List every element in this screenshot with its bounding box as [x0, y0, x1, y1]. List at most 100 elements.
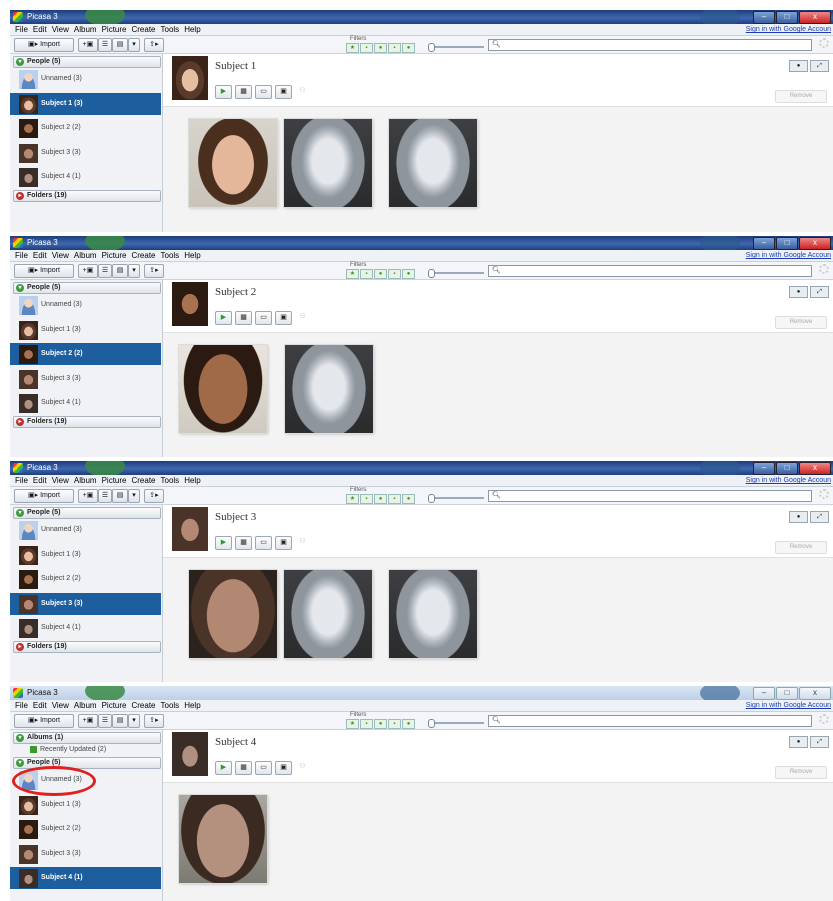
tag-person-button[interactable]: ⚇	[295, 85, 310, 97]
tag-person-button[interactable]: ⚇	[295, 536, 310, 548]
menu-help[interactable]: Help	[184, 24, 200, 35]
sign-in-link[interactable]: Sign in with Google Accoun	[746, 475, 831, 486]
face-filter-icon[interactable]: ●	[374, 269, 387, 279]
person-item-subject-2[interactable]: Subject 2 (2)	[10, 818, 161, 840]
menu-help[interactable]: Help	[184, 475, 200, 486]
upload-filter-icon[interactable]: ▪	[388, 494, 401, 504]
tag-person-button[interactable]: ⚇	[295, 761, 310, 773]
add-to-album-button[interactable]: +▣	[78, 489, 98, 503]
menu-create[interactable]: Create	[131, 24, 155, 35]
expand-down-icon[interactable]: ▾	[16, 284, 24, 292]
person-name[interactable]: Subject 4	[215, 736, 256, 748]
menu-edit[interactable]: Edit	[33, 475, 47, 486]
section-people[interactable]: ▾ People (5)	[13, 56, 161, 68]
export-button[interactable]: ▣	[275, 85, 292, 99]
face-photo[interactable]	[189, 570, 277, 658]
star-filter-icon[interactable]: ★	[346, 494, 359, 504]
section-folders[interactable]: ▸ Folders (19)	[13, 640, 161, 653]
menu-tools[interactable]: Tools	[161, 700, 180, 711]
add-to-album-button[interactable]: +▣	[78, 714, 98, 728]
expand-right-icon[interactable]: ▸	[16, 417, 24, 426]
collage-button[interactable]: ▦	[235, 536, 252, 550]
menu-picture[interactable]: Picture	[102, 250, 127, 261]
minimize-button[interactable]: –	[753, 687, 775, 700]
menu-file[interactable]: File	[15, 475, 28, 486]
movie-button[interactable]: ▭	[255, 536, 272, 550]
export-button[interactable]: ▣	[275, 311, 292, 325]
import-button[interactable]: ▣▸ Import	[14, 264, 74, 278]
face-photo[interactable]	[189, 119, 277, 207]
person-view-button[interactable]: ●	[789, 286, 808, 298]
menu-album[interactable]: Album	[74, 700, 97, 711]
menu-tools[interactable]: Tools	[161, 475, 180, 486]
view-dropdown-button[interactable]: ▾	[128, 489, 140, 503]
search-input[interactable]: 🔍︎	[488, 715, 812, 727]
fullscreen-button[interactable]: ⤢	[810, 736, 829, 748]
tree-view-button[interactable]: ▤	[112, 38, 128, 52]
person-view-button[interactable]: ●	[789, 736, 808, 748]
section-people[interactable]: ▾ People (5)	[13, 507, 161, 519]
geotag-filter-icon[interactable]: ●	[402, 719, 415, 729]
add-to-album-button[interactable]: +▣	[78, 38, 98, 52]
minimize-button[interactable]: –	[753, 462, 775, 475]
section-people[interactable]: ▾ People (5)	[13, 757, 161, 769]
maximize-button[interactable]: □	[776, 687, 798, 700]
expand-right-icon[interactable]: ▸	[16, 642, 24, 651]
upload-button[interactable]: ⇪▸	[144, 489, 164, 503]
menu-create[interactable]: Create	[131, 475, 155, 486]
menu-view[interactable]: View	[52, 250, 69, 261]
video-filter-icon[interactable]: ▪	[360, 494, 373, 504]
star-filter-icon[interactable]: ★	[346, 719, 359, 729]
menu-create[interactable]: Create	[131, 700, 155, 711]
list-view-button[interactable]: ☰	[98, 714, 112, 728]
collage-button[interactable]: ▦	[235, 761, 252, 775]
minimize-button[interactable]: –	[753, 11, 775, 24]
menu-album[interactable]: Album	[74, 475, 97, 486]
face-model-render[interactable]	[389, 570, 477, 658]
upload-filter-icon[interactable]: ▪	[388, 719, 401, 729]
menu-edit[interactable]: Edit	[33, 700, 47, 711]
menu-album[interactable]: Album	[74, 250, 97, 261]
movie-button[interactable]: ▭	[255, 761, 272, 775]
upload-filter-icon[interactable]: ▪	[388, 43, 401, 53]
date-filter-slider[interactable]	[428, 719, 484, 728]
view-dropdown-button[interactable]: ▾	[128, 264, 140, 278]
tree-view-button[interactable]: ▤	[112, 714, 128, 728]
menu-help[interactable]: Help	[184, 250, 200, 261]
person-item-subject-4[interactable]: Subject 4 (1)	[10, 617, 161, 639]
person-name[interactable]: Subject 3	[215, 511, 256, 523]
menu-picture[interactable]: Picture	[102, 700, 127, 711]
expand-down-icon[interactable]: ▾	[16, 58, 24, 66]
person-item-subject-3[interactable]: Subject 3 (3)	[10, 843, 161, 865]
fullscreen-button[interactable]: ⤢	[810, 286, 829, 298]
person-name[interactable]: Subject 2	[215, 286, 256, 298]
add-to-album-button[interactable]: +▣	[78, 264, 98, 278]
star-filter-icon[interactable]: ★	[346, 43, 359, 53]
export-button[interactable]: ▣	[275, 761, 292, 775]
maximize-button[interactable]: □	[776, 462, 798, 475]
person-item-subject-2[interactable]: Subject 2 (2)	[10, 568, 161, 590]
upload-button[interactable]: ⇪▸	[144, 714, 164, 728]
person-item-subject-4[interactable]: Subject 4 (1)	[10, 867, 161, 889]
person-item-unnamed[interactable]: Unnamed (3)	[10, 769, 161, 791]
person-item-unnamed[interactable]: Unnamed (3)	[10, 294, 161, 316]
section-people[interactable]: ▾ People (5)	[13, 282, 161, 294]
menu-album[interactable]: Album	[74, 24, 97, 35]
slider-knob[interactable]	[428, 719, 435, 728]
person-item-subject-3[interactable]: Subject 3 (3)	[10, 592, 161, 615]
menu-file[interactable]: File	[15, 700, 28, 711]
search-input[interactable]: 🔍︎	[488, 265, 812, 277]
face-model-render[interactable]	[284, 570, 372, 658]
remove-button[interactable]: Remove	[775, 541, 827, 554]
person-item-subject-1[interactable]: Subject 1 (3)	[10, 92, 161, 115]
menu-create[interactable]: Create	[131, 250, 155, 261]
remove-button[interactable]: Remove	[775, 316, 827, 329]
date-filter-slider[interactable]	[428, 269, 484, 278]
expand-down-icon[interactable]: ▾	[16, 759, 24, 767]
sign-in-link[interactable]: Sign in with Google Accoun	[746, 250, 831, 261]
movie-button[interactable]: ▭	[255, 85, 272, 99]
face-model-render[interactable]	[389, 119, 477, 207]
geotag-filter-icon[interactable]: ●	[402, 494, 415, 504]
face-filter-icon[interactable]: ●	[374, 43, 387, 53]
close-button[interactable]: x	[799, 11, 831, 24]
